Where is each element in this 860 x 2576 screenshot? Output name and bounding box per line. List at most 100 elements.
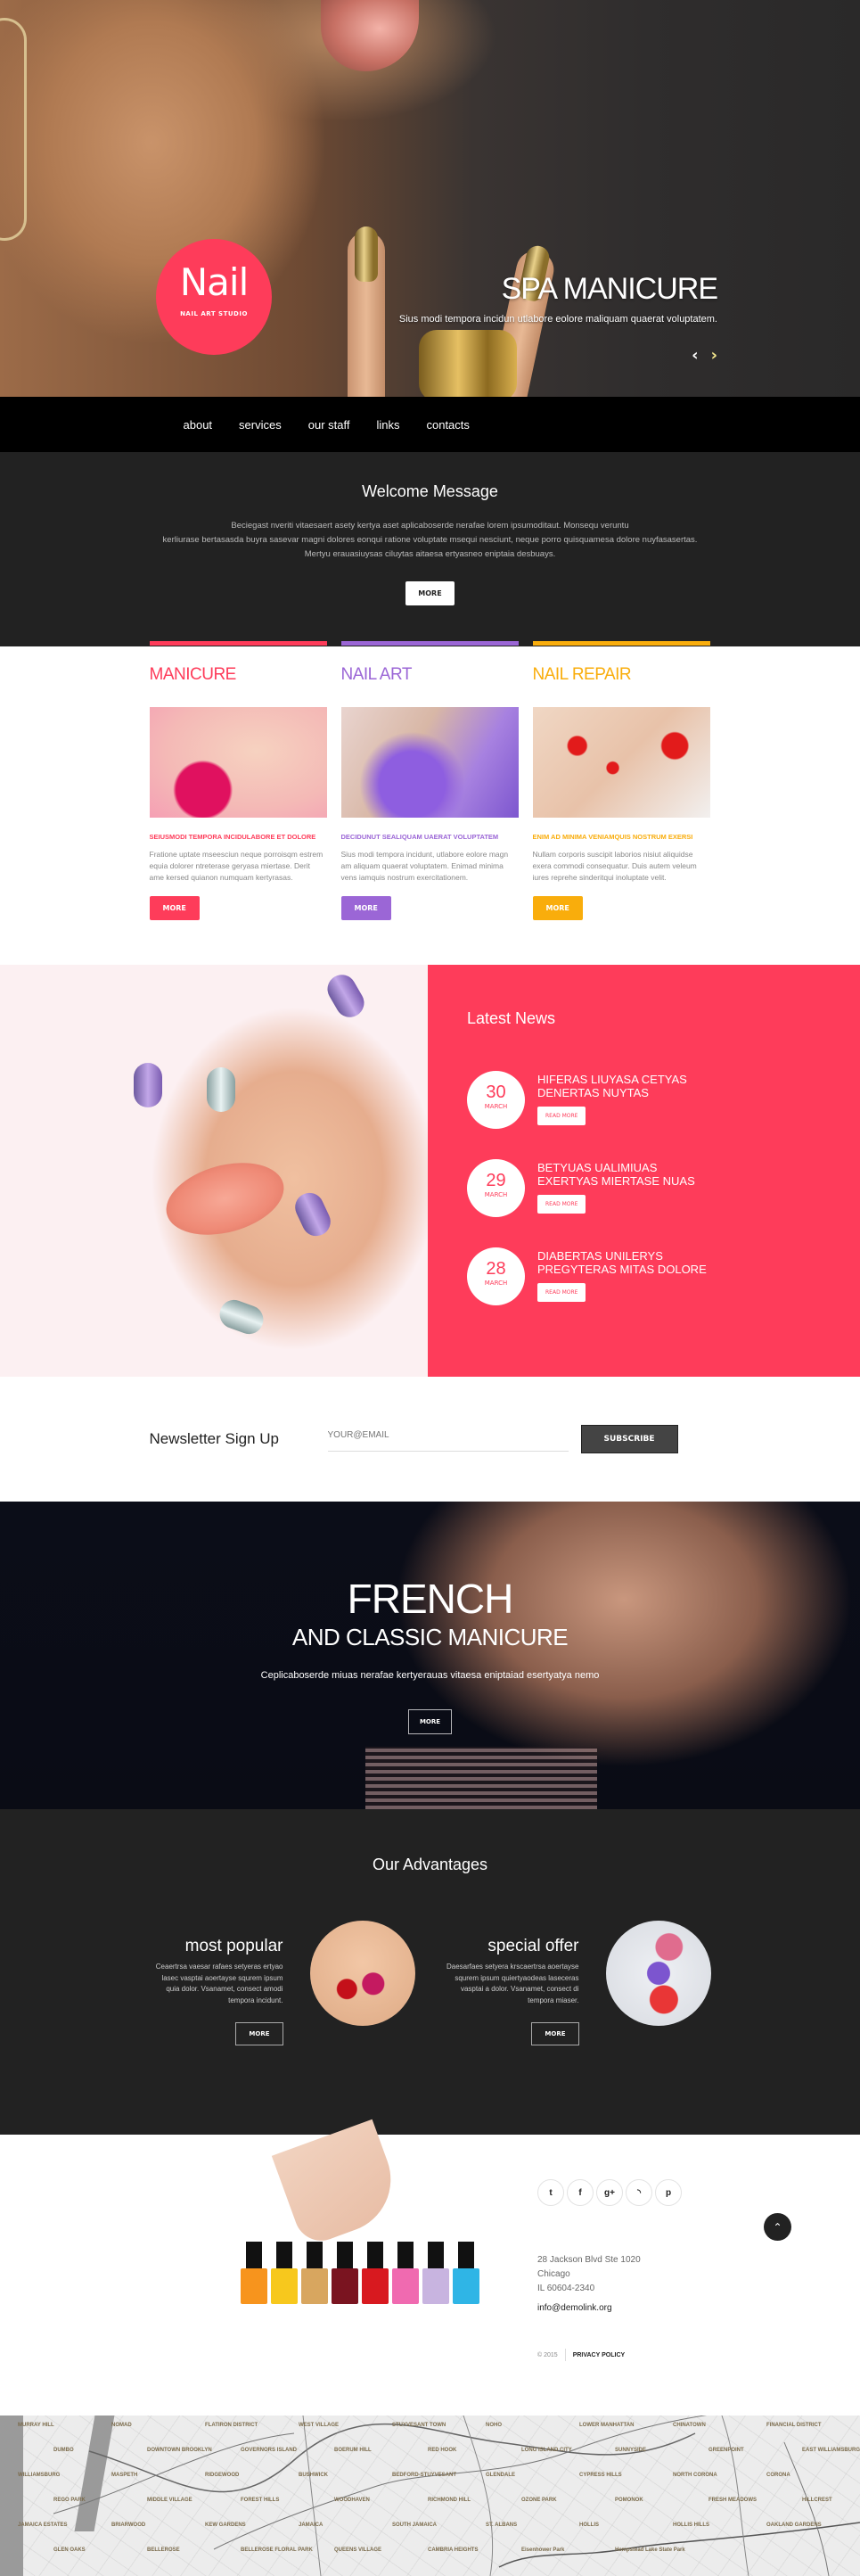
map-label: FINANCIAL DISTRICT bbox=[766, 2423, 822, 2428]
newsletter-section: Newsletter Sign Up SUBSCRIBE bbox=[0, 1377, 860, 1502]
advantage-more-button[interactable]: MORE bbox=[235, 2022, 283, 2045]
advantage-more-button[interactable]: MORE bbox=[531, 2022, 579, 2045]
hero-text: Sius modi tempora incidun utlabore eolor… bbox=[398, 314, 717, 325]
news-item: 30 MARCH HIFERAS LIUYASA CETYAS DENERTAS… bbox=[467, 1071, 860, 1129]
news-image-nail bbox=[134, 1063, 162, 1107]
map-label: OAKLAND GARDENS bbox=[766, 2523, 822, 2528]
map-label: REGO PARK bbox=[53, 2498, 86, 2503]
scroll-to-top-button[interactable]: ⌃ bbox=[764, 2213, 791, 2241]
news-headline[interactable]: BETYUAS UALIMIUAS EXERTYAS MIERTASE NUAS bbox=[537, 1161, 716, 1188]
service-more-button[interactable]: MORE bbox=[532, 896, 583, 920]
nail-polish-bottle bbox=[453, 2242, 479, 2304]
welcome-line: kerliurase bertasasda buyra sasevar magn… bbox=[162, 535, 698, 545]
social-links: t f g+ ◝ p bbox=[537, 2179, 682, 2206]
rss-icon[interactable]: ◝ bbox=[626, 2179, 652, 2206]
banner-title: FRENCH bbox=[347, 1576, 514, 1622]
service-image-manicure[interactable] bbox=[149, 707, 327, 818]
news-month: MARCH bbox=[484, 1191, 508, 1198]
facebook-icon[interactable]: f bbox=[567, 2179, 594, 2206]
pinterest-icon[interactable]: p bbox=[655, 2179, 682, 2206]
map-label: NOMAD bbox=[111, 2423, 132, 2428]
service-card-manicure: MANICURE SEIUSMODI TEMPORA INCIDULABORE … bbox=[149, 641, 327, 920]
nail-polish-bottle bbox=[362, 2242, 389, 2304]
map[interactable]: MURRAY HILL NOMAD FLATIRON DISTRICT WEST VI… bbox=[0, 2416, 860, 2576]
read-more-button[interactable]: READ MORE bbox=[537, 1283, 586, 1302]
map-label: JAMAICA bbox=[299, 2523, 324, 2528]
news-image-nail bbox=[216, 1296, 267, 1338]
chevron-left-icon[interactable]: ‹ bbox=[692, 346, 698, 365]
map-label: GLEN OAKS bbox=[53, 2547, 86, 2553]
map-label: FRESH MEADOWS bbox=[708, 2498, 757, 2503]
nail-polish-bottle bbox=[301, 2242, 328, 2304]
read-more-button[interactable]: READ MORE bbox=[537, 1195, 586, 1214]
water-reflection-decoration bbox=[365, 1747, 597, 1809]
nail-polish-bottle bbox=[241, 2242, 267, 2304]
subscribe-button[interactable]: SUBSCRIBE bbox=[580, 1425, 678, 1453]
french-manicure-banner: FRENCH AND CLASSIC MANICURE Ceplicaboser… bbox=[0, 1502, 860, 1809]
chevron-up-icon: ⌃ bbox=[773, 2220, 782, 2234]
copyright: © 2015 bbox=[537, 2351, 558, 2358]
banner-more-button[interactable]: MORE bbox=[407, 1709, 453, 1734]
map-label: POMONOK bbox=[615, 2498, 643, 2503]
news-headline[interactable]: HIFERAS LIUYASA CETYAS DENERTAS NUYTAS bbox=[537, 1073, 716, 1099]
email-link[interactable]: info@demolink.org bbox=[537, 2303, 682, 2313]
nav-item-services[interactable]: services bbox=[239, 418, 282, 432]
map-label: FOREST HILLS bbox=[241, 2498, 280, 2503]
service-image-nail-repair[interactable] bbox=[532, 707, 710, 818]
address-line: 28 Jackson Blvd Ste 1020 bbox=[537, 2255, 641, 2265]
advantage-text: Ceaertrsa vaesar rafaes setyeras ertyao … bbox=[155, 1963, 283, 2004]
news-day: 30 bbox=[486, 1082, 506, 1102]
advantage-item: special offer Daesarfaes setyera krscaer… bbox=[446, 1919, 711, 2045]
service-title: NAIL ART bbox=[340, 665, 413, 684]
map-label: GOVERNORS ISLAND bbox=[241, 2448, 298, 2453]
map-label: QUEENS VILLAGE bbox=[334, 2547, 382, 2553]
map-label: DUMBO bbox=[53, 2448, 74, 2453]
news-headline[interactable]: DIABERTAS UNILERYS PREGYTERAS MITAS DOLO… bbox=[537, 1249, 716, 1276]
map-label: KEW GARDENS bbox=[205, 2523, 246, 2528]
nav-item-links[interactable]: links bbox=[376, 418, 399, 432]
advantage-title: most popular bbox=[184, 1937, 283, 1955]
service-subtitle[interactable]: DECIDUNUT SEALIQUAM UAERAT VOLUPTATEM bbox=[341, 833, 519, 841]
service-card-nail-repair: NAIL REPAIR ENIM AD MINIMA VENIAMQUIS NO… bbox=[532, 641, 710, 920]
map-label: CORONA bbox=[766, 2473, 790, 2478]
logo[interactable]: Nail NAIL ART STUDIO bbox=[156, 239, 272, 355]
welcome-more-button[interactable]: MORE bbox=[405, 581, 455, 605]
advantage-text: Daesarfaes setyera krscaertrsa aoertayse… bbox=[446, 1963, 579, 2004]
service-more-button[interactable]: MORE bbox=[149, 896, 200, 920]
service-image-nail-art[interactable] bbox=[340, 707, 519, 818]
news-title: Latest News bbox=[467, 1009, 556, 1027]
chevron-right-icon[interactable]: › bbox=[711, 346, 717, 365]
google-plus-icon[interactable]: g+ bbox=[596, 2179, 623, 2206]
service-title: MANICURE bbox=[149, 665, 237, 684]
address-line: Chicago bbox=[537, 2269, 570, 2279]
twitter-icon[interactable]: t bbox=[537, 2179, 564, 2206]
map-label: Eisenhower Park bbox=[521, 2547, 565, 2553]
service-subtitle[interactable]: ENIM AD MINIMA VENIAMQUIS NOSTRUM EXERSI bbox=[533, 833, 710, 841]
news-item: 28 MARCH DIABERTAS UNILERYS PREGYTERAS M… bbox=[467, 1247, 860, 1305]
map-label: HILLCREST bbox=[802, 2498, 832, 2503]
map-label: WEST VILLAGE bbox=[299, 2423, 339, 2428]
service-more-button[interactable]: MORE bbox=[340, 896, 391, 920]
map-label: CAMBRIA HEIGHTS bbox=[428, 2547, 479, 2553]
nav-item-our-staff[interactable]: our staff bbox=[308, 418, 350, 432]
email-input[interactable] bbox=[327, 1427, 569, 1452]
hero-title: SPA MANICURE bbox=[501, 272, 718, 306]
welcome-title: Welcome Message bbox=[362, 482, 498, 500]
nav-item-contacts[interactable]: contacts bbox=[426, 418, 469, 432]
map-label: BUSHWICK bbox=[299, 2473, 328, 2478]
banner-text: Ceplicaboserde miuas nerafae kertyerauas… bbox=[260, 1670, 600, 1681]
news-image-lips bbox=[158, 1150, 292, 1247]
privacy-policy-link[interactable]: PRIVACY POLICY bbox=[573, 2352, 625, 2358]
service-color-bar bbox=[532, 641, 710, 646]
service-description: Sius modi tempora incidunt, utlabore eol… bbox=[340, 850, 509, 882]
service-card-nail-art: NAIL ART DECIDUNUT SEALIQUAM UAERAT VOLU… bbox=[340, 641, 519, 920]
footer: t f g+ ◝ p 28 Jackson Blvd Ste 1020 Chic… bbox=[0, 2119, 860, 2416]
read-more-button[interactable]: READ MORE bbox=[537, 1107, 586, 1125]
map-label: BOERUM HILL bbox=[334, 2448, 372, 2453]
advantage-image bbox=[605, 1921, 711, 2026]
advantages-section: Our Advantages most popular Ceaertrsa va… bbox=[0, 1809, 860, 2135]
welcome-line: Mertyu erauasiuysas ciluytas aitaesa ert… bbox=[304, 549, 556, 559]
nav-item-about[interactable]: about bbox=[184, 418, 213, 432]
hero-caption: SPA MANICURE Sius modi tempora incidun u… bbox=[398, 272, 718, 325]
service-subtitle[interactable]: SEIUSMODI TEMPORA INCIDULABORE ET DOLORE bbox=[150, 833, 327, 841]
